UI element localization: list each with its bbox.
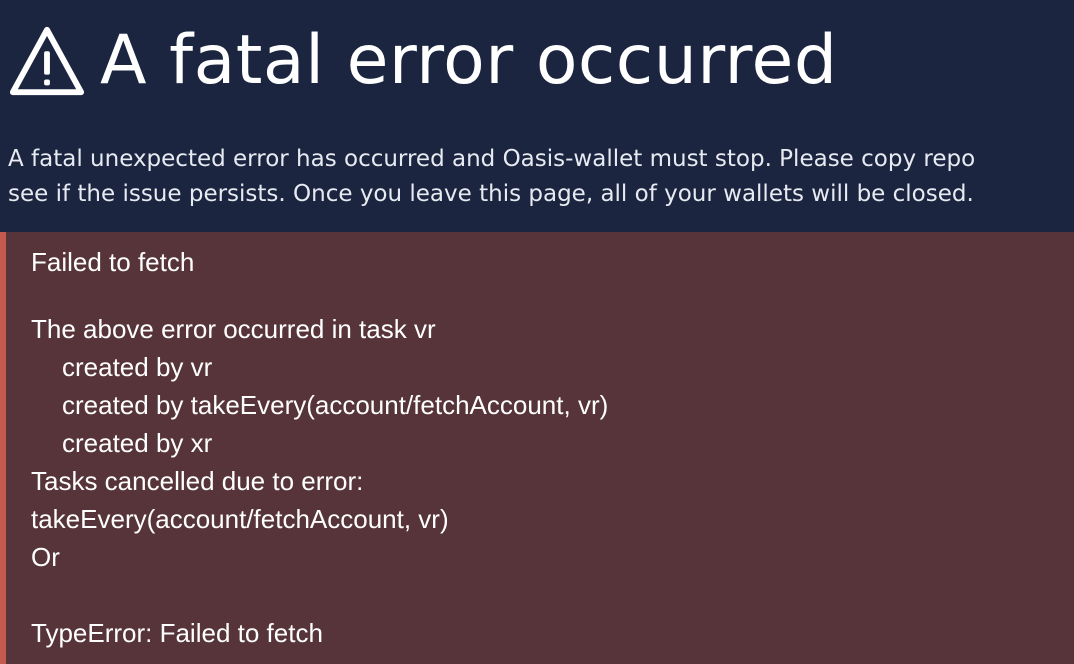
stack-line: Or — [31, 542, 60, 572]
stack-line: takeEvery(account/fetchAccount, vr) — [31, 504, 449, 534]
error-details-panel[interactable]: Failed to fetch The above error occurred… — [0, 232, 1074, 664]
stack-line: created by vr — [62, 352, 213, 382]
page-title: A fatal error occurred — [100, 21, 838, 100]
stack-line: The above error occurred in task vr — [31, 314, 436, 344]
description-line-2: see if the issue persists. Once you leav… — [8, 181, 974, 207]
error-summary: Failed to fetch — [31, 247, 195, 277]
error-description: A fatal unexpected error has occurred an… — [8, 142, 1074, 212]
stack-line — [31, 576, 608, 614]
fatal-error-page: A fatal error occurred A fatal unexpecte… — [0, 0, 1074, 664]
description-line-1: A fatal unexpected error has occurred an… — [8, 146, 976, 172]
stack-line: created by xr — [62, 428, 213, 458]
stack-line: TypeError: Failed to fetch — [31, 618, 323, 648]
stack-line: created by takeEvery(account/fetchAccoun… — [62, 390, 609, 420]
stack-line: Tasks cancelled due to error: — [31, 466, 364, 496]
warning-triangle-icon — [9, 26, 85, 96]
error-stack-trace[interactable]: The above error occurred in task vr creat… — [31, 310, 608, 652]
page-header: A fatal error occurred — [8, 16, 838, 106]
